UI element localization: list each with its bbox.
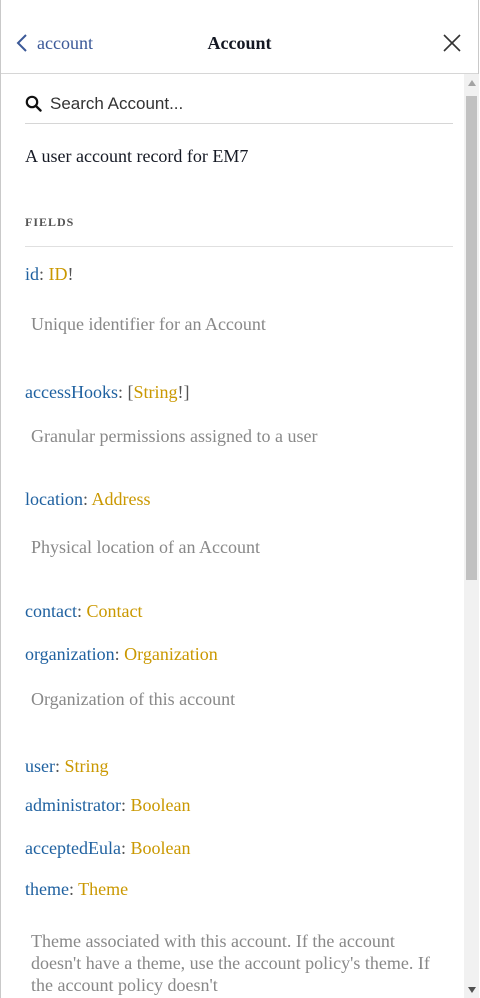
field-administrator: administrator: Boolean: [25, 795, 191, 815]
field-type-link[interactable]: ID: [49, 264, 68, 284]
field-description: Unique identifier for an Account: [31, 314, 266, 334]
field-type-link[interactable]: Theme: [78, 879, 128, 899]
doc-explorer-content[interactable]: A user account record for EM7 FIELDS id:…: [1, 74, 464, 998]
back-link-label: account: [37, 33, 93, 53]
field-type-link[interactable]: Organization: [124, 644, 218, 664]
doc-explorer-panel: account Account A user account record fo…: [0, 0, 479, 998]
field-user: user: String: [25, 756, 109, 776]
vertical-scrollbar[interactable]: [464, 74, 479, 998]
field-name-link[interactable]: location: [25, 489, 83, 509]
field-type-link[interactable]: Boolean: [130, 838, 190, 858]
field-theme: theme: Theme: [25, 879, 129, 899]
field-contact: contact: Contact: [25, 601, 143, 621]
field-type-link[interactable]: String: [65, 756, 109, 776]
field-name-link[interactable]: id: [25, 264, 39, 284]
field-description: Physical location of an Account: [31, 537, 260, 557]
field-name-link[interactable]: organization: [25, 644, 115, 664]
field-name-link[interactable]: administrator: [25, 795, 121, 815]
type-description: A user account record for EM7: [25, 146, 249, 166]
search-icon: [25, 95, 42, 112]
search-input[interactable]: [50, 93, 430, 114]
field-description: Organization of this account: [31, 689, 236, 709]
scroll-down-button[interactable]: [464, 981, 479, 998]
close-button[interactable]: [440, 31, 464, 55]
fields-section-title: FIELDS: [25, 215, 453, 247]
back-link[interactable]: account: [15, 30, 93, 56]
field-type-link[interactable]: String: [134, 382, 178, 402]
field-name-link[interactable]: contact: [25, 601, 77, 621]
field-id: id: ID!: [25, 264, 74, 284]
field-type-suffix: !: [67, 264, 74, 284]
field-name-link[interactable]: accessHooks: [25, 382, 118, 402]
chevron-left-icon: [16, 34, 27, 52]
scroll-up-button[interactable]: [464, 74, 479, 91]
doc-explorer-header: account Account: [1, 0, 478, 74]
field-acceptedEula: acceptedEula: Boolean: [25, 838, 191, 858]
field-type-link[interactable]: Boolean: [131, 795, 191, 815]
triangle-up-icon: [467, 79, 476, 86]
field-name-link[interactable]: theme: [25, 879, 69, 899]
field-location: location: Address: [25, 489, 151, 509]
field-accessHooks: accessHooks: [String!]: [25, 382, 190, 402]
triangle-down-icon: [467, 986, 476, 993]
field-name-link[interactable]: user: [25, 756, 55, 776]
field-type-link[interactable]: Contact: [87, 601, 143, 621]
field-description: Granular permissions assigned to a user: [31, 426, 318, 446]
field-type-link[interactable]: Address: [92, 489, 151, 509]
field-organization: organization: Organization: [25, 644, 218, 664]
field-description: Theme associated with this account. If t…: [31, 931, 430, 995]
search-box: [25, 84, 453, 124]
field-name-link[interactable]: acceptedEula: [25, 838, 121, 858]
field-type-suffix: !]: [177, 382, 190, 402]
close-icon: [443, 34, 461, 52]
scrollbar-thumb[interactable]: [466, 96, 477, 580]
